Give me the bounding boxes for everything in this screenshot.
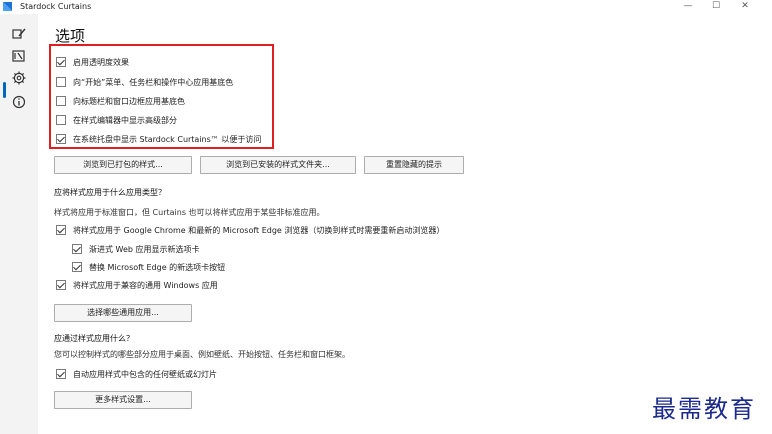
title-bar: Stardock Curtains — ☐ ✕ bbox=[0, 0, 772, 14]
option-label: 替换 Microsoft Edge 的新选项卡按钮 bbox=[89, 262, 226, 272]
select-universal-apps-button[interactable]: 选择哪些通用应用... bbox=[54, 304, 192, 322]
checkbox[interactable] bbox=[56, 369, 66, 379]
brush-icon[interactable] bbox=[11, 26, 27, 42]
parts-description: 您可以控制样式的哪些部分应用于桌面、例如壁纸、开始按钮、任务栏和窗口框架。 bbox=[54, 350, 350, 359]
option-replace-edge-tab[interactable]: 替换 Microsoft Edge 的新选项卡按钮 bbox=[72, 260, 225, 274]
option-label: 将样式应用于兼容的通用 Windows 应用 bbox=[73, 280, 218, 290]
checkbox[interactable] bbox=[56, 77, 66, 87]
checkbox[interactable] bbox=[56, 134, 66, 144]
option-titlebar-color[interactable]: 向标题栏和窗口边框应用基底色 bbox=[56, 94, 185, 108]
gear-icon[interactable] bbox=[11, 70, 27, 86]
minimize-button[interactable]: — bbox=[676, 0, 700, 13]
option-system-tray[interactable]: 在系统托盘中显示 Stardock Curtains™ 以便于访问 bbox=[56, 132, 261, 146]
checkbox[interactable] bbox=[56, 57, 66, 67]
checkbox[interactable] bbox=[56, 115, 66, 125]
selection-indicator bbox=[3, 82, 6, 98]
app-types-description: 样式将应用于标准窗口，但 Curtains 也可以将样式应用于某些非标准应用。 bbox=[54, 208, 325, 217]
checkbox[interactable] bbox=[56, 96, 66, 106]
option-transparency[interactable]: 启用透明度效果 bbox=[56, 55, 129, 69]
close-button[interactable]: ✕ bbox=[733, 0, 757, 13]
reset-hidden-tips-button[interactable]: 重置隐藏的提示 bbox=[364, 156, 464, 174]
parts-heading: 应通过样式应用什么？ bbox=[54, 334, 134, 343]
option-label: 自动应用样式中包含的任何壁纸或幻灯片 bbox=[73, 369, 217, 379]
window-title: Stardock Curtains bbox=[20, 2, 92, 11]
page-title: 选项 bbox=[55, 27, 86, 45]
checkbox[interactable] bbox=[56, 280, 66, 290]
option-apply-browsers[interactable]: 将样式应用于 Google Chrome 和最新的 Microsoft Edge… bbox=[56, 223, 444, 237]
app-types-heading: 应将样式应用于什么应用类型？ bbox=[54, 188, 166, 197]
more-style-settings-button[interactable]: 更多样式设置... bbox=[54, 391, 192, 409]
info-icon[interactable] bbox=[11, 94, 27, 110]
sidebar bbox=[0, 14, 38, 434]
app-logo-icon bbox=[3, 2, 12, 11]
option-auto-apply-wallpaper[interactable]: 自动应用样式中包含的任何壁纸或幻灯片 bbox=[56, 367, 217, 381]
option-label: 将样式应用于 Google Chrome 和最新的 Microsoft Edge… bbox=[73, 225, 445, 235]
option-apply-uwp[interactable]: 将样式应用于兼容的通用 Windows 应用 bbox=[56, 278, 218, 292]
options-page: 选项 启用透明度效果 向“开始”菜单、任务栏和操作中心应用基底色 向标题栏和窗口… bbox=[38, 14, 772, 434]
image-icon[interactable] bbox=[11, 48, 27, 64]
browse-packaged-button[interactable]: 浏览到已打包的样式... bbox=[54, 156, 192, 174]
option-label: 渐进式 Web 应用显示新选项卡 bbox=[89, 244, 200, 254]
option-pwa-new-tab[interactable]: 渐进式 Web 应用显示新选项卡 bbox=[72, 242, 200, 256]
watermark-text: 最需教育 bbox=[652, 395, 756, 423]
option-label: 在系统托盘中显示 Stardock Curtains™ 以便于访问 bbox=[73, 134, 262, 144]
maximize-button[interactable]: ☐ bbox=[704, 0, 728, 13]
option-label: 向标题栏和窗口边框应用基底色 bbox=[73, 96, 185, 106]
browse-installed-button[interactable]: 浏览到已安装的样式文件夹... bbox=[200, 156, 356, 174]
option-label: 启用透明度效果 bbox=[73, 57, 129, 67]
option-label: 向“开始”菜单、任务栏和操作中心应用基底色 bbox=[73, 77, 234, 87]
option-start-taskbar-color[interactable]: 向“开始”菜单、任务栏和操作中心应用基底色 bbox=[56, 75, 233, 89]
option-advanced-editor[interactable]: 在样式编辑器中显示高级部分 bbox=[56, 113, 177, 127]
checkbox[interactable] bbox=[72, 244, 82, 254]
checkbox[interactable] bbox=[72, 262, 82, 272]
checkbox[interactable] bbox=[56, 225, 66, 235]
option-label: 在样式编辑器中显示高级部分 bbox=[73, 115, 177, 125]
